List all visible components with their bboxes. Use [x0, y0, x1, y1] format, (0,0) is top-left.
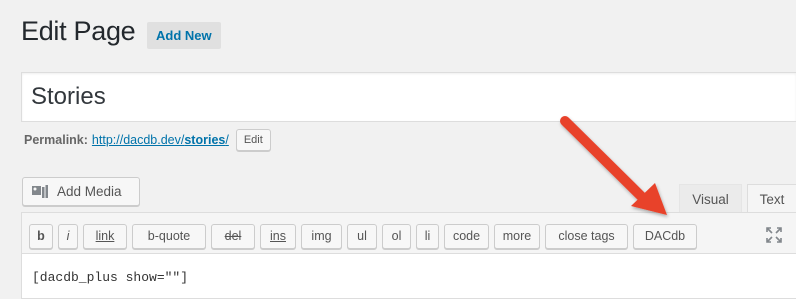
tab-text[interactable]: Text — [747, 184, 796, 213]
permalink-link[interactable]: http://dacdb.dev/stories/ — [92, 129, 229, 151]
editor-content: [dacdb_plus show=""] — [32, 270, 189, 285]
permalink-url-prefix: http://dacdb.dev/ — [91, 133, 185, 147]
qt-more-button[interactable]: more — [494, 224, 540, 249]
qt-dacdb-button[interactable]: DACdb — [633, 224, 697, 249]
edit-permalink-button[interactable]: Edit — [235, 129, 271, 151]
permalink-url-suffix: / — [225, 133, 229, 147]
qt-bquote-button[interactable]: b-quote — [132, 224, 206, 249]
qt-del-button[interactable]: del — [211, 224, 255, 249]
editor-textarea[interactable]: [dacdb_plus show=""] — [21, 254, 796, 299]
fullscreen-icon[interactable] — [764, 225, 784, 245]
add-media-label: Add Media — [57, 184, 122, 199]
qt-ol-button[interactable]: ol — [382, 224, 411, 249]
qt-bold-button[interactable]: b — [29, 224, 53, 249]
add-media-button[interactable]: Add Media — [22, 177, 140, 206]
add-media-icon — [31, 183, 51, 201]
post-title-input[interactable]: Stories — [21, 72, 796, 122]
permalink-slug: stories — [184, 133, 226, 147]
permalink-label: Permalink: — [24, 133, 88, 147]
page-title: Edit Page — [21, 16, 136, 46]
qt-close-tags-button[interactable]: close tags — [545, 224, 628, 249]
tab-visual[interactable]: Visual — [679, 184, 742, 213]
qt-code-button[interactable]: code — [444, 224, 489, 249]
add-new-button[interactable]: Add New — [147, 22, 221, 49]
qt-li-button[interactable]: li — [416, 224, 439, 249]
qt-ul-button[interactable]: ul — [347, 224, 377, 249]
qt-img-button[interactable]: img — [301, 224, 342, 249]
qt-ins-button[interactable]: ins — [260, 224, 296, 249]
permalink-row: Permalink: http://dacdb.dev/stories/ Edi… — [24, 129, 271, 151]
qt-link-button[interactable]: link — [83, 224, 127, 249]
quicktags-toolbar: b i link b-quote del ins img ul ol li co… — [21, 212, 796, 254]
qt-italic-button[interactable]: i — [58, 224, 78, 249]
